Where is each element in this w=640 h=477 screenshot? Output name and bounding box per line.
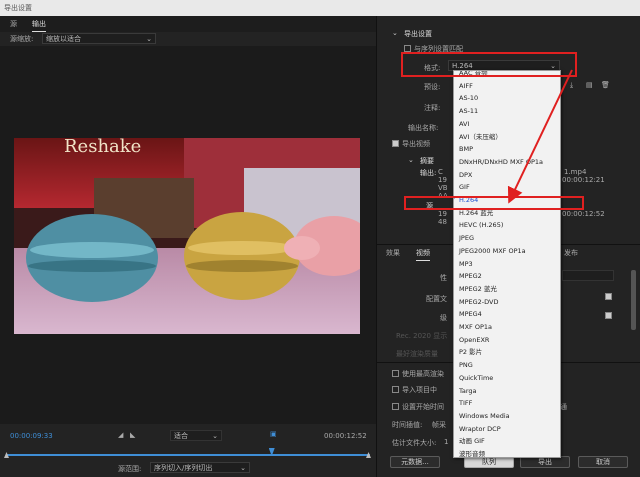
annotation-arrow	[507, 69, 573, 204]
red-arrow-line	[507, 69, 573, 204]
